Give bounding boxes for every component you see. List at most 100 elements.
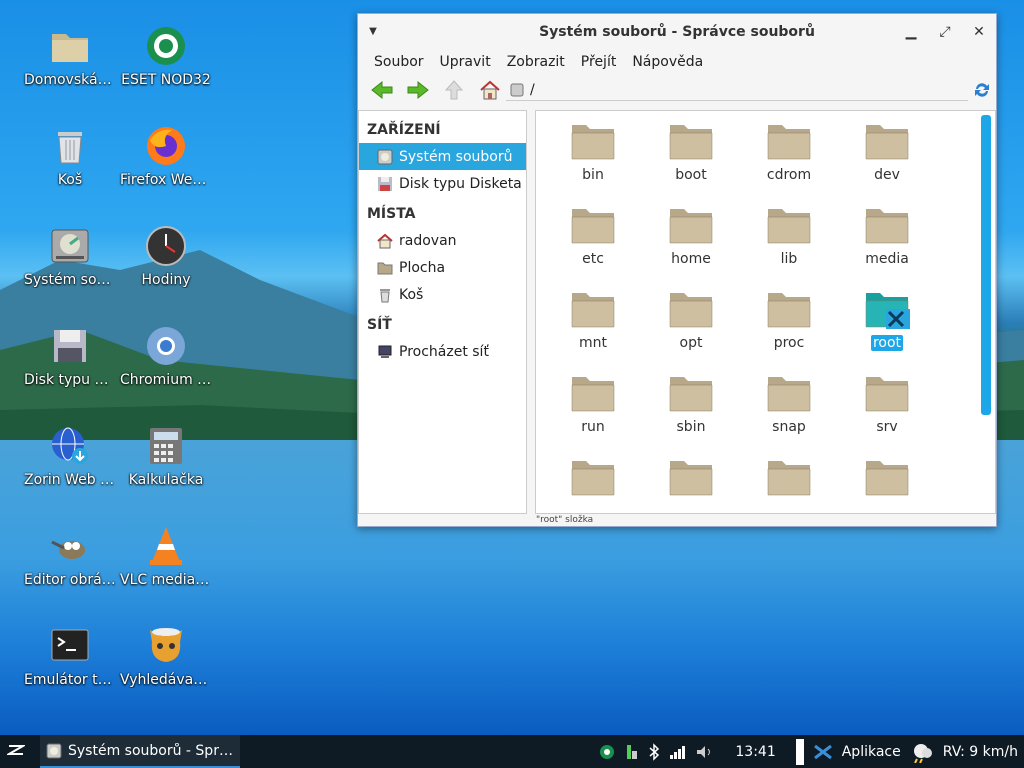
folder-item[interactable]: opt xyxy=(642,289,740,373)
menu-napoveda[interactable]: Nápověda xyxy=(624,54,711,70)
desktop-icon-vlc[interactable]: VLC media player xyxy=(118,524,214,588)
maximize-button[interactable]: ⤢ xyxy=(928,24,962,40)
folder-item[interactable]: srv xyxy=(838,373,936,457)
file-view: bin boot cdrom dev etc home lib media mnt opt proc… xyxy=(535,110,996,514)
filesystem-small-icon xyxy=(377,149,393,164)
taskbar: Systém souborů - Správce souborů 13:41 A… xyxy=(0,735,1024,768)
folder-item[interactable] xyxy=(838,457,936,513)
location-bar[interactable]: / xyxy=(506,79,968,101)
start-menu-button[interactable] xyxy=(0,743,32,761)
folder-item[interactable]: bin xyxy=(544,121,642,205)
clock-icon xyxy=(146,226,186,266)
taskbar-task-filemanager[interactable]: Systém souborů - Správce souborů xyxy=(40,735,240,768)
menu-prejit[interactable]: Přejít xyxy=(573,54,625,70)
folder-icon xyxy=(767,293,811,328)
home-small-icon xyxy=(377,233,393,248)
sidebar-heading-devices: ZAŘÍZENÍ xyxy=(367,122,441,138)
tray-separator xyxy=(795,738,804,765)
menu-upravit[interactable]: Upravit xyxy=(432,54,499,70)
back-arrow-icon xyxy=(371,80,393,100)
folder-name: snap xyxy=(772,419,806,435)
clock[interactable]: 13:41 xyxy=(735,744,775,760)
folder-icon xyxy=(767,209,811,244)
up-button[interactable] xyxy=(436,76,472,104)
weather-wind[interactable]: RV: 9 km/h xyxy=(943,744,1018,760)
floppy-small-icon xyxy=(378,176,392,191)
sidebar-item-browse-network[interactable]: Procházet síť xyxy=(359,338,526,365)
folder-icon xyxy=(669,209,713,244)
desktop-icon-floppy[interactable]: Disk typu Disketa xyxy=(22,324,118,388)
desktop-icon-catfish[interactable]: Vyhledávač souborů xyxy=(118,624,214,688)
folder-name: cdrom xyxy=(766,167,812,183)
close-button[interactable]: ✕ xyxy=(962,24,996,40)
signal-icon[interactable] xyxy=(669,744,687,760)
folder-icon xyxy=(571,377,615,412)
reload-button[interactable] xyxy=(972,80,992,104)
back-button[interactable] xyxy=(364,76,400,104)
desktop-icon-terminal[interactable]: Emulátor terminálu xyxy=(22,624,118,688)
folder-item[interactable]: mnt xyxy=(544,289,642,373)
folder-item[interactable]: run xyxy=(544,373,642,457)
desktop-icon-chromium[interactable]: Chromium Web Browser xyxy=(118,324,214,388)
window-titlebar[interactable]: ▼ Systém souborů - Správce souborů ▁ ⤢ ✕ xyxy=(358,14,996,49)
minimize-button[interactable]: ▁ xyxy=(894,24,928,40)
folder-item[interactable]: boot xyxy=(642,121,740,205)
sidebar-item-radovan[interactable]: radovan xyxy=(359,227,526,254)
sidebar-item-kos[interactable]: Koš xyxy=(359,281,526,308)
eset-tray-icon[interactable] xyxy=(599,744,615,760)
window-menu-button[interactable]: ▼ xyxy=(358,26,388,37)
bluetooth-icon[interactable] xyxy=(647,742,661,761)
desktop-icon-clock[interactable]: Hodiny xyxy=(118,224,214,288)
desktop-icon-calculator[interactable]: Kalkulačka xyxy=(118,424,214,488)
folder-item[interactable]: snap xyxy=(740,373,838,457)
pane-splitter[interactable] xyxy=(527,110,535,514)
desktop-icon-eset[interactable]: ESET NOD32 xyxy=(118,24,214,88)
folder-icon xyxy=(571,461,615,496)
desktop-icon-home-folder[interactable]: Domovská složka xyxy=(22,24,118,88)
desktop-icon-filesystem[interactable]: Systém souborů xyxy=(22,224,118,288)
applications-icon xyxy=(813,744,832,759)
vertical-scrollbar[interactable] xyxy=(981,115,991,415)
desktop-icon-trash[interactable]: Koš xyxy=(22,124,118,188)
weather-icon[interactable] xyxy=(909,741,935,763)
trash-small-icon xyxy=(380,288,390,302)
menu-zobrazit[interactable]: Zobrazit xyxy=(499,54,573,70)
applications-menu[interactable]: Aplikace xyxy=(842,744,901,760)
folder-item[interactable]: home xyxy=(642,205,740,289)
folder-item[interactable] xyxy=(740,457,838,513)
sidebar-heading-network: SÍŤ xyxy=(367,317,392,333)
folder-item[interactable] xyxy=(642,457,740,513)
folder-icon xyxy=(669,461,713,496)
sidebar-item-filesystem[interactable]: Systém souborů xyxy=(359,143,526,170)
chromium-icon xyxy=(147,327,185,365)
home-button[interactable] xyxy=(472,76,508,104)
folder-icon xyxy=(865,125,909,160)
sidebar-item-floppy[interactable]: Disk typu Disketa xyxy=(359,170,526,197)
folder-icon xyxy=(767,125,811,160)
folder-item[interactable]: etc xyxy=(544,205,642,289)
folder-item[interactable]: media xyxy=(838,205,936,289)
folder-item[interactable]: sbin xyxy=(642,373,740,457)
desktop-icon-zorin-web[interactable]: Zorin Web Browser xyxy=(22,424,118,488)
volume-icon[interactable] xyxy=(695,744,715,760)
sidebar: ZAŘÍZENÍ Systém souborů Disk typu Disket… xyxy=(358,110,527,514)
menu-soubor[interactable]: Soubor xyxy=(366,54,432,70)
sidebar-item-plocha[interactable]: Plocha xyxy=(359,254,526,281)
folder-item[interactable]: lib xyxy=(740,205,838,289)
folder-name: etc xyxy=(582,251,604,267)
folder-item[interactable]: proc xyxy=(740,289,838,373)
desktop-icon-firefox[interactable]: Firefox Web Browser xyxy=(118,124,214,188)
gimp-icon xyxy=(51,540,85,559)
folder-icon xyxy=(865,293,910,329)
memory-icon[interactable] xyxy=(623,743,639,761)
system-tray: 13:41 Aplikace RV: 9 km/h xyxy=(599,738,1024,765)
folder-icon xyxy=(669,377,713,412)
desktop-icon-gimp[interactable]: Editor obrázků xyxy=(22,524,118,588)
folder-item[interactable]: dev xyxy=(838,121,936,205)
folder-item[interactable] xyxy=(544,457,642,513)
folder-item[interactable]: root xyxy=(838,289,936,373)
folder-name: media xyxy=(865,251,909,267)
folder-item[interactable]: cdrom xyxy=(740,121,838,205)
menubar: Soubor Upravit Zobrazit Přejít Nápověda xyxy=(358,49,996,74)
forward-button[interactable] xyxy=(400,76,436,104)
